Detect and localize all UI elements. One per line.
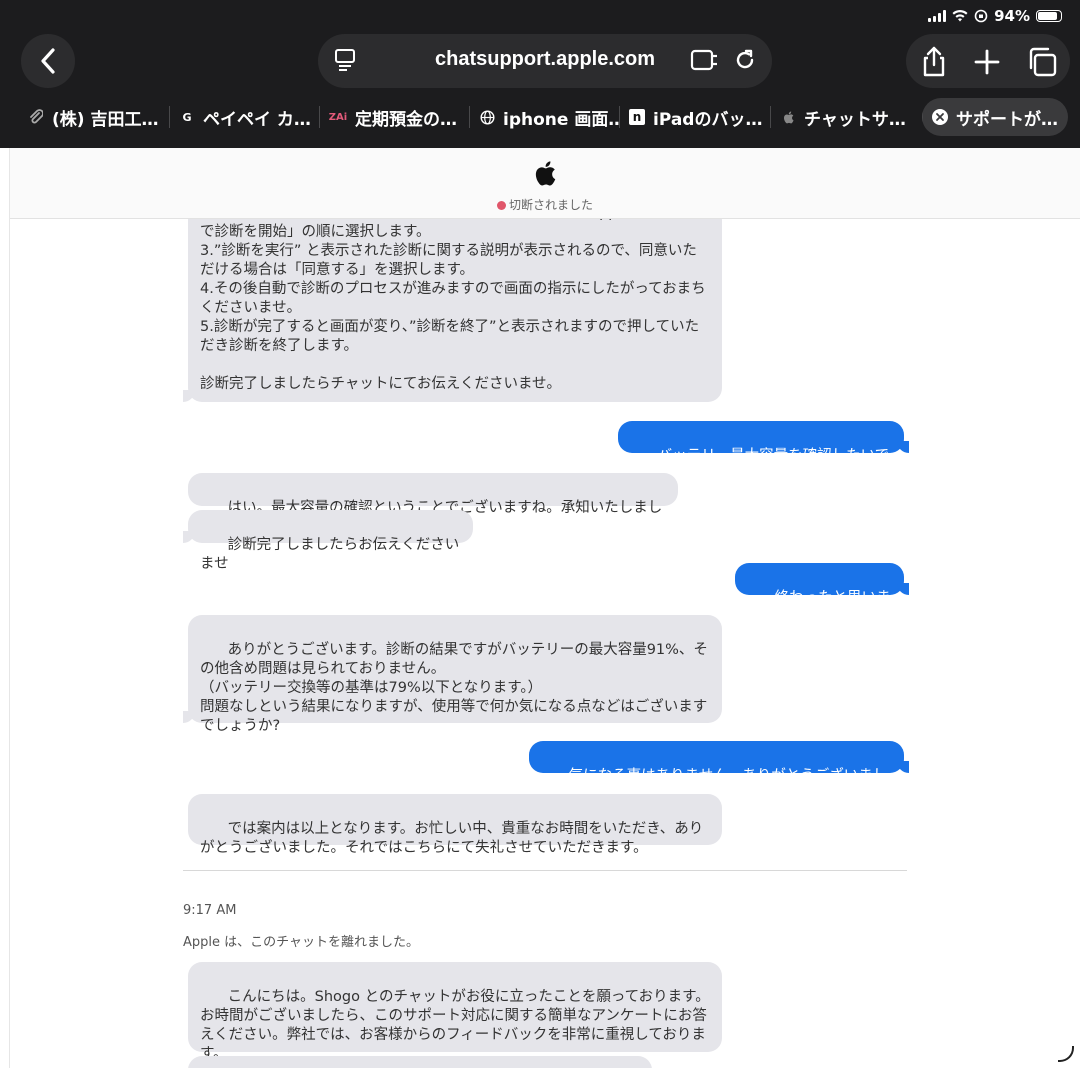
tab-title: iphone 画面… [503,109,619,130]
new-tab-icon[interactable] [974,49,1000,75]
wifi-icon [952,10,968,22]
chevron-left-icon [41,48,55,74]
agent-message: 診断完了しましたらお伝えくださいませ [183,510,473,572]
tab-7-active[interactable]: サポートが… [922,98,1068,136]
google-g-icon: G [182,110,192,124]
agent-message: ありがとうございます。診断の結果ですがバッテリーの最大容量91%、その他含め問題… [183,615,722,734]
tab-6[interactable]: チャットサ… [770,98,918,136]
message-text: こんにちは。Shogo とのチャットがお役に立ったことを願っております。お時間が… [200,989,710,1062]
browser-toolbar: chatsupport.apple.com [0,32,1080,92]
message-text: 終わったと思います。 [747,590,891,625]
clip-icon [28,109,44,125]
battery-percent: 94% [994,7,1030,25]
status-bar: 94% [0,0,1080,34]
connection-status: 切断されました [10,196,1080,213]
agent-message: はい。最大容量の確認ということでございますね。承知いたしました。 [188,473,678,535]
battery-icon [1036,10,1062,22]
chat-header: 切断されました [10,148,1080,219]
tabs-overview-icon[interactable] [1026,46,1058,78]
toolbar-actions [906,34,1070,88]
n-icon: n [629,109,645,125]
apple-icon [780,109,796,125]
user-message: バッテリー最大容量を確認したいです。 [618,421,909,483]
connection-status-text: 切断されました [508,198,593,212]
tab-title: (株) 吉田工… [52,109,159,130]
tab-3[interactable]: ZAi 定期預金の… [319,98,469,136]
address-bar[interactable]: chatsupport.apple.com [318,34,772,88]
zai-icon: ZAi [328,111,348,123]
tab-title: 定期預金の… [355,109,457,130]
tab-2[interactable]: G ペイペイ カ… [169,98,319,136]
message-text: ありがとうございます。診断の結果ですがバッテリーの最大容量91%、その他含め問題… [200,642,708,734]
reload-icon[interactable] [733,48,757,72]
tab-title: ペイペイ カ… [203,109,311,130]
user-message: 終わったと思います。 [735,563,909,625]
agent-message: 面をスクロールすると見つかりますので「診断と修理」→「Appleのサポートで診断… [183,205,722,402]
globe-icon [479,109,495,125]
cellular-signal-icon [928,10,947,22]
extension-icon[interactable] [690,48,718,72]
tab-1[interactable]: (株) 吉田工… [18,98,169,136]
timestamp: 9:17 AM [183,903,237,918]
orientation-lock-icon [974,9,988,23]
back-button[interactable] [21,34,75,88]
message-text: 診断完了しましたらお伝えくださいませ [200,537,460,572]
agent-message: こんにちは。Shogo とのチャットがお役に立ったことを願っております。お時間が… [188,962,722,1062]
tab-title: iPadのバッ… [653,109,763,130]
share-icon[interactable] [920,46,948,78]
tab-title: サポートが… [956,109,1058,130]
status-dot [496,201,506,210]
close-icon[interactable] [932,109,948,125]
tab-bar: (株) 吉田工… G ペイペイ カ… ZAi 定期預金の… iphone 画面…… [18,98,1068,138]
web-page: 面をスクロールすると見つかりますので「診断と修理」→「Appleのサポートで診断… [0,148,1080,1068]
divider [183,870,907,871]
agent-message-partial [188,1056,652,1068]
apple-logo-icon [535,161,556,186]
message-text: では案内は以上となります。お忙しい中、貴重なお時間をいただき、ありがとうございま… [200,821,704,856]
tab-title: チャットサ… [804,109,906,130]
agent-message: では案内は以上となります。お忙しい中、貴重なお時間をいただき、ありがとうございま… [188,794,722,856]
tab-5[interactable]: n iPadのバッ… [619,98,770,136]
message-text: 面をスクロールすると見つかりますので「診断と修理」→「Appleのサポートで診断… [200,205,706,392]
system-notice: Apple は、このチャットを離れました。 [183,935,420,950]
tab-4[interactable]: iphone 画面… [469,98,619,136]
user-message: 気になる事はありません。ありがとうございました。 [529,741,909,803]
chat-page: 面をスクロールすると見つかりますので「診断と修理」→「Appleのサポートで診断… [10,148,1080,1068]
